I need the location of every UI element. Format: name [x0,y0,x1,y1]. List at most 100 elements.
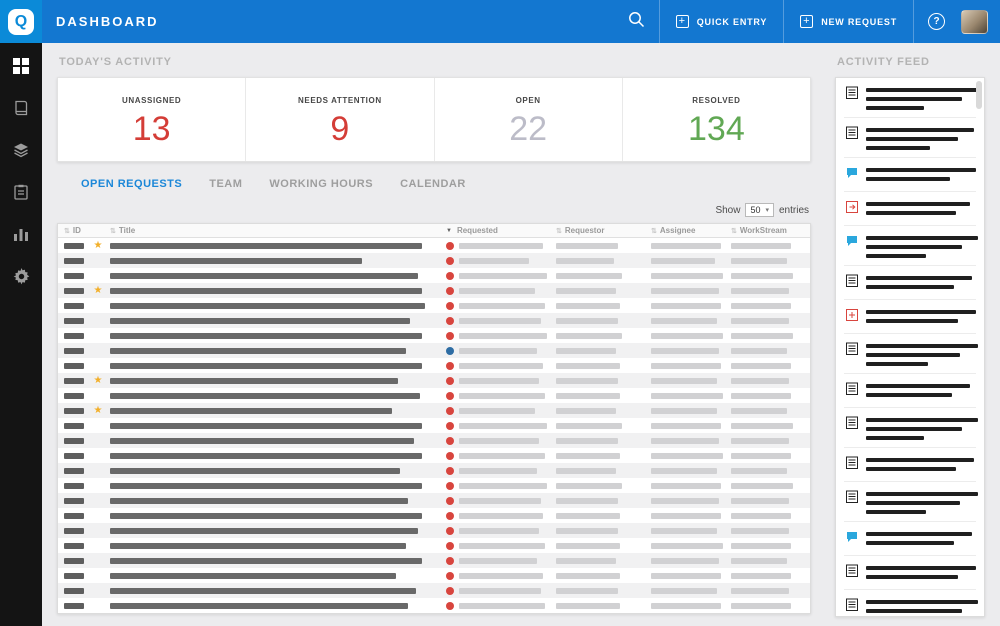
cell-requestor [556,558,651,564]
status-dot-icon [446,332,454,340]
table-row[interactable] [58,583,810,598]
table-row[interactable] [58,268,810,283]
feed-item[interactable] [844,448,976,482]
stat-card-needs-attention[interactable]: NEEDS ATTENTION9 [246,78,434,161]
table-row[interactable] [58,253,810,268]
table-row[interactable] [58,493,810,508]
user-avatar[interactable] [961,10,988,34]
column-header-requestor[interactable]: ⇅Requestor [556,226,651,235]
feed-item[interactable] [844,374,976,408]
table-row[interactable] [58,343,810,358]
table-row[interactable] [58,298,810,313]
app-logo[interactable]: Q [0,0,42,43]
tab-calendar[interactable]: CALENDAR [400,178,466,190]
cell-requestor [556,573,651,579]
feed-item[interactable] [844,482,976,522]
feed-item[interactable] [844,158,976,192]
tab-working-hours[interactable]: WORKING HOURS [269,178,373,190]
tab-team[interactable]: TEAM [209,178,242,190]
table-row[interactable]: ★ [58,283,810,298]
feed-item[interactable] [844,556,976,590]
table-row[interactable] [58,538,810,553]
column-header-requested[interactable]: ▼Requested [446,226,556,235]
table-row[interactable] [58,448,810,463]
search-button[interactable] [614,0,659,43]
table-row[interactable] [58,313,810,328]
cell-id [58,513,86,519]
feed-item[interactable] [844,334,976,374]
cell-requestor [556,513,651,519]
feed-item[interactable] [844,266,976,300]
table-row[interactable] [58,553,810,568]
cell-id [58,528,86,534]
sidebar-item-settings[interactable] [0,255,42,297]
feed-item[interactable] [844,300,976,334]
column-header-id[interactable]: ⇅ID [58,226,86,235]
sidebar-item-layers[interactable] [0,129,42,171]
table-row[interactable] [58,388,810,403]
feed-item[interactable] [844,226,976,266]
entries-per-page-select[interactable]: 50 ▾ [745,203,774,217]
tab-open-requests[interactable]: OPEN REQUESTS [81,178,182,190]
table-row[interactable] [58,478,810,493]
table-row[interactable] [58,523,810,538]
table-row[interactable] [58,433,810,448]
cell-requested [446,272,556,280]
stat-card-open[interactable]: OPEN22 [435,78,623,161]
table-row[interactable] [58,598,810,613]
stat-value: 134 [688,112,745,146]
status-dot-icon [446,347,454,355]
table-row[interactable]: ★ [58,373,810,388]
cell-title [110,318,446,324]
table-row[interactable]: ★ [58,403,810,418]
favorite-star-icon[interactable]: ★ [94,406,103,416]
layers-icon [13,142,29,158]
feed-item[interactable] [844,408,976,448]
app-window: Q DASHBOARD + QUICK ENTRY + NEW REQUEST … [0,0,1000,626]
table-row[interactable]: ★ [58,238,810,253]
sidebar-item-library[interactable] [0,87,42,129]
note-icon [846,456,858,474]
table-row[interactable] [58,568,810,583]
sort-icon: ⇅ [110,227,116,235]
sidebar-item-reports[interactable] [0,213,42,255]
feed-item[interactable] [844,192,976,226]
column-header-workstream[interactable]: ⇅WorkStream [731,226,810,235]
favorite-star-icon[interactable]: ★ [94,286,103,296]
column-header-title[interactable]: ⇅Title [110,226,446,235]
help-button[interactable]: ? [914,0,959,43]
cell-id [58,318,86,324]
status-dot-icon [446,302,454,310]
cell-workstream [731,318,810,324]
table-row[interactable] [58,463,810,478]
table-row[interactable] [58,418,810,433]
sidebar-item-requests[interactable] [0,171,42,213]
cell-title [110,573,446,579]
cell-id [58,303,86,309]
cell-assignee [651,333,731,339]
feed-item[interactable] [844,522,976,556]
favorite-star-icon[interactable]: ★ [94,241,103,251]
feed-item[interactable] [844,78,976,118]
table-row[interactable] [58,328,810,343]
feed-item[interactable] [844,590,976,617]
cell-requestor [556,603,651,609]
favorite-star-icon[interactable]: ★ [94,376,103,386]
cell-requested [446,242,556,250]
sidebar-item-dashboard[interactable] [0,45,42,87]
column-label: Assignee [660,226,696,235]
feed-item[interactable] [844,118,976,158]
cell-id [58,378,86,384]
cell-id [58,258,86,264]
table-row[interactable] [58,508,810,523]
new-request-button[interactable]: + NEW REQUEST [784,0,913,43]
note-icon [846,342,858,366]
stat-card-resolved[interactable]: RESOLVED134 [623,78,810,161]
column-header-assignee[interactable]: ⇅Assignee [651,226,731,235]
scrollbar-thumb[interactable] [976,81,982,109]
cell-workstream [731,333,810,339]
table-row[interactable] [58,358,810,373]
quick-entry-button[interactable]: + QUICK ENTRY [660,0,783,43]
stat-card-unassigned[interactable]: UNASSIGNED13 [58,78,246,161]
new-request-label: NEW REQUEST [821,17,897,27]
